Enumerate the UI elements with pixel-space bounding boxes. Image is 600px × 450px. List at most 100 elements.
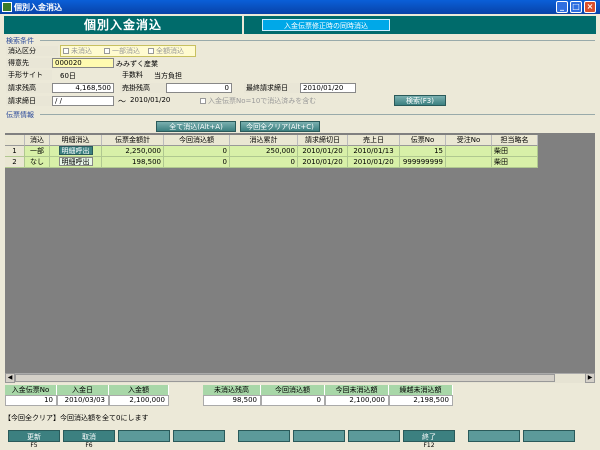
window-title: 個別入金消込 — [14, 3, 62, 12]
tilde-text: 〜 — [118, 97, 126, 106]
table-cell-slip: 999999999 — [400, 157, 446, 168]
col-header-kesikomi: 消込 — [25, 135, 50, 146]
fkey-label: F5 — [30, 442, 38, 449]
table-cell-cumulative: 0 — [230, 157, 298, 168]
table-cell-order — [446, 146, 492, 157]
table-cell-staff: 柴田 — [492, 157, 538, 168]
urikake-label: 売掛残高 — [120, 83, 166, 93]
header-note: 入金伝票修正時の同時消込 — [262, 19, 390, 31]
include-settled-checkbox[interactable]: 入金伝票No=10で消込済みを含む — [200, 96, 316, 106]
detail-call-button[interactable]: 明細呼出 — [50, 157, 102, 168]
table-cell-amount: 2,250,000 — [102, 146, 164, 157]
all-settle-button[interactable]: 全て消込(Alt+A) — [156, 121, 236, 132]
last-date-label: 最終請求締日 — [244, 83, 300, 93]
kbn-partial-checkbox[interactable]: 一部消込 — [104, 46, 140, 56]
title-bar: 個別入金消込 _ □ × — [0, 0, 600, 14]
last-date-value: 2010/01/20 — [300, 83, 356, 93]
customer-code-input[interactable]: 000020 — [52, 58, 114, 68]
scroll-left-icon[interactable]: ◀ — [5, 373, 15, 383]
fkey-blank-button[interactable] — [523, 430, 575, 442]
tegata-value: 60日 — [60, 72, 76, 80]
fkey-blank-button[interactable] — [173, 430, 225, 442]
summary-value: 0 — [261, 395, 325, 406]
summary-value: 2010/03/03 — [57, 395, 109, 406]
search-group-label: 検索条件 — [6, 37, 34, 45]
status-message: 【今回全クリア】今回消込額を全て0にします — [4, 414, 149, 422]
fee-label: 手数料 — [120, 70, 150, 80]
table-cell-status: なし — [25, 157, 50, 168]
fkey-blank-button[interactable] — [348, 430, 400, 442]
summary-header: 繰越未消込額 — [389, 385, 453, 395]
seikyu-to-input[interactable]: 2010/01/20 — [128, 96, 188, 106]
kbn-full-checkbox[interactable]: 全額消込 — [148, 46, 184, 56]
invoice-group-label: 伝票情報 — [6, 111, 34, 119]
summary-header: 今回消込額 — [261, 385, 325, 395]
table-cell-slip: 15 — [400, 146, 446, 157]
table-cell-order — [446, 157, 492, 168]
table-cell-staff: 柴田 — [492, 146, 538, 157]
fkey-blank-button[interactable] — [468, 430, 520, 442]
table-cell-sales: 2010/01/20 — [348, 157, 400, 168]
summary-header: 入金日 — [57, 385, 109, 395]
fkey-label: F12 — [423, 442, 435, 449]
minimize-icon[interactable]: _ — [556, 1, 568, 13]
summary-header: 入金額 — [109, 385, 169, 395]
scrollbar-thumb[interactable] — [15, 374, 555, 382]
urikake-value: 0 — [166, 83, 232, 93]
col-header-slip: 伝票No — [400, 135, 446, 146]
customer-name: みみずく産業 — [116, 60, 158, 68]
kbn-unsettled-checkbox[interactable]: 未消込 — [63, 46, 92, 56]
update-button[interactable]: 更新 — [8, 430, 60, 442]
summary-header: 今回未消込額 — [325, 385, 389, 395]
invoice-grid — [5, 133, 595, 383]
balance-value: 4,168,500 — [52, 83, 114, 93]
detail-call-button[interactable]: 明細呼出 — [50, 146, 102, 157]
table-cell-this[interactable]: 0 — [164, 146, 230, 157]
scroll-right-icon[interactable]: ▶ — [585, 373, 595, 383]
invoice-divider — [40, 114, 595, 115]
fkey-blank-button[interactable] — [293, 430, 345, 442]
table-cell-status: 一部 — [25, 146, 50, 157]
table-cell-close: 2010/01/20 — [298, 157, 348, 168]
summary-value: 98,500 — [203, 395, 261, 406]
summary-value: 2,100,000 — [109, 395, 169, 406]
fkey-blank-button[interactable] — [118, 430, 170, 442]
search-divider — [40, 40, 595, 41]
close-icon[interactable]: × — [584, 1, 596, 13]
fkey-label: F6 — [85, 442, 93, 449]
table-cell-this[interactable]: 0 — [164, 157, 230, 168]
seikyu-from-input[interactable]: / / — [52, 96, 114, 106]
summary-header: 未消込残高 — [203, 385, 261, 395]
col-header-amount: 伝票金額計 — [102, 135, 164, 146]
summary-value: 10 — [5, 395, 57, 406]
app-icon — [2, 2, 12, 12]
fkey-blank-button[interactable] — [238, 430, 290, 442]
cancel-button[interactable]: 取消 — [63, 430, 115, 442]
page-title: 個別入金消込 — [4, 16, 242, 34]
exit-button[interactable]: 終了 — [403, 430, 455, 442]
table-cell-close: 2010/01/20 — [298, 146, 348, 157]
kbn-label: 消込区分 — [6, 46, 58, 56]
col-header-close: 請求締切日 — [298, 135, 348, 146]
summary-header: 入金伝票No — [5, 385, 57, 395]
customer-label: 得意先 — [6, 58, 58, 68]
balance-label: 請求残高 — [6, 83, 52, 93]
col-header-this: 今回消込額 — [164, 135, 230, 146]
table-row-num: 1 — [5, 146, 25, 157]
col-header-sales: 売上日 — [348, 135, 400, 146]
col-header-rownum — [5, 135, 25, 146]
table-cell-amount: 198,500 — [102, 157, 164, 168]
col-header-cumulative: 消込累計 — [230, 135, 298, 146]
seikyu-label: 請求締日 — [6, 96, 52, 106]
summary-value: 2,100,000 — [325, 395, 389, 406]
maximize-icon[interactable]: □ — [570, 1, 582, 13]
table-cell-cumulative: 250,000 — [230, 146, 298, 157]
col-header-detail: 明細消込 — [50, 135, 102, 146]
summary-value: 2,198,500 — [389, 395, 453, 406]
tegata-label: 手形サイト — [6, 70, 52, 80]
clear-all-button[interactable]: 今回全クリア(Alt+C) — [240, 121, 320, 132]
search-button[interactable]: 検索(F3) — [394, 95, 446, 106]
table-cell-sales: 2010/01/13 — [348, 146, 400, 157]
col-header-staff: 担当略名 — [492, 135, 538, 146]
table-row-num: 2 — [5, 157, 25, 168]
